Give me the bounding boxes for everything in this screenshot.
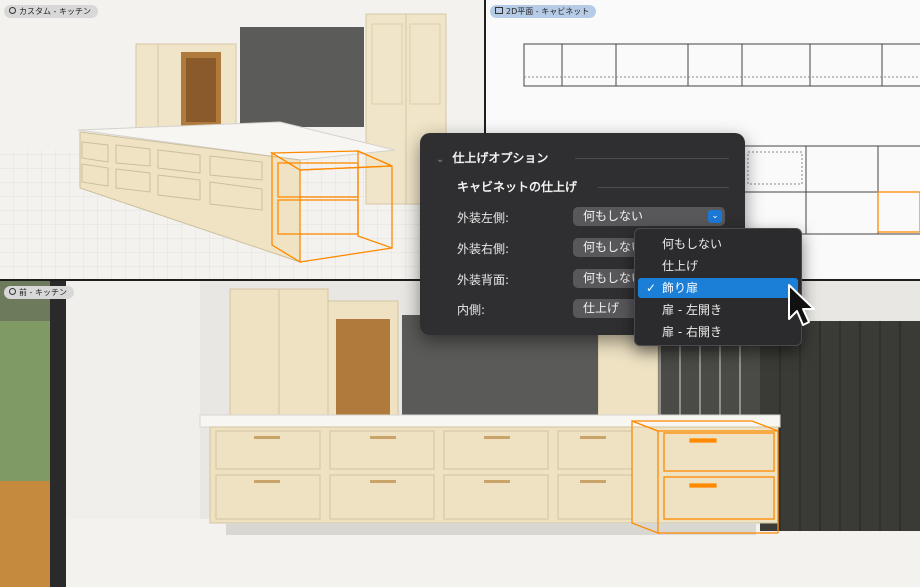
interior-label: 内側: — [457, 303, 486, 317]
exterior-back-label: 外装背面: — [457, 273, 510, 287]
kitchen-3d-scene — [0, 13, 484, 279]
exterior-left-select[interactable]: 何もしない ⌄ — [573, 207, 725, 226]
dropdown-option-door-right[interactable]: 扉 - 右開き — [638, 322, 798, 342]
chevron-down-icon[interactable]: ⌄ — [708, 210, 722, 223]
chevron-down-icon[interactable]: ⌄ — [436, 154, 444, 165]
viewport-label[interactable]: 前 - キッチン — [4, 286, 74, 299]
finish-dropdown-menu: 何もしない 仕上げ ✓ 飾り扉 扉 - 左開き 扉 - 右開き — [634, 228, 802, 346]
dropdown-option-door-left[interactable]: 扉 - 左開き — [638, 300, 798, 320]
viewport-3d-custom[interactable]: カスタム - キッチン — [0, 0, 484, 279]
exterior-right-label: 外装右側: — [457, 242, 510, 256]
dropdown-option-none[interactable]: 何もしない — [638, 234, 798, 254]
viewport-label[interactable]: 2D平面 - キャビネット — [490, 5, 597, 18]
dropdown-option-finish[interactable]: 仕上げ — [638, 256, 798, 276]
divider — [598, 187, 729, 188]
plan-icon — [495, 7, 503, 14]
checkmark-icon: ✓ — [646, 281, 657, 295]
divider — [575, 158, 729, 159]
dropdown-option-decorative-door[interactable]: ✓ 飾り扉 — [638, 278, 798, 298]
section-title: キャビネットの仕上げ — [457, 180, 578, 194]
exterior-left-label: 外装左側: — [457, 211, 510, 225]
viewport-label[interactable]: カスタム - キッチン — [4, 5, 98, 18]
panel-header[interactable]: ⌄ 仕上げオプション — [436, 149, 548, 166]
mouse-cursor-icon — [788, 284, 815, 326]
camera-icon — [9, 7, 16, 14]
camera-icon — [9, 288, 16, 295]
